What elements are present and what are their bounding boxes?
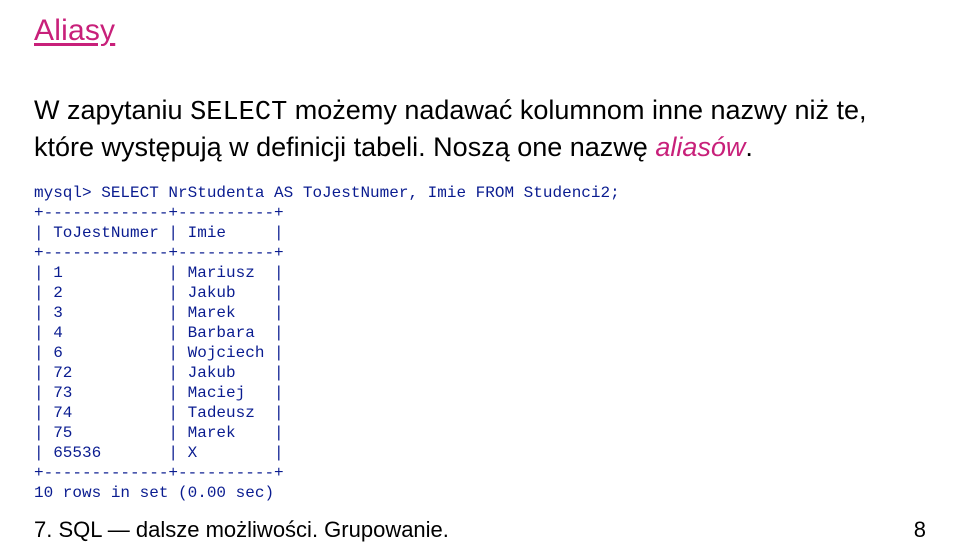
- sql-border-bottom: +-------------+----------+: [34, 464, 284, 482]
- sql-rowcount-line: 10 rows in set (0.00 sec): [34, 484, 274, 502]
- para-text-1: W zapytaniu: [34, 95, 190, 125]
- para-emph-aliasow: aliasów: [655, 132, 745, 162]
- sql-border-top: +-------------+----------+: [34, 204, 284, 222]
- sql-header-row: | ToJestNumer | Imie |: [34, 224, 284, 242]
- sql-border-mid: +-------------+----------+: [34, 244, 284, 262]
- table-row: | 65536 | X |: [34, 444, 284, 462]
- footer-page-number: 8: [914, 517, 926, 543]
- table-row: | 3 | Marek |: [34, 304, 284, 322]
- table-row: | 2 | Jakub |: [34, 284, 284, 302]
- sql-output-block: mysql> SELECT NrStudenta AS ToJestNumer,…: [34, 183, 926, 503]
- table-row: | 4 | Barbara |: [34, 324, 284, 342]
- table-row: | 6 | Wojciech |: [34, 344, 284, 362]
- table-row: | 1 | Mariusz |: [34, 264, 284, 282]
- slide-title: Aliasy: [34, 14, 926, 48]
- table-row: | 72 | Jakub |: [34, 364, 284, 382]
- inline-code-select: SELECT: [190, 98, 287, 128]
- table-row: | 73 | Maciej |: [34, 384, 284, 402]
- table-row: | 75 | Marek |: [34, 424, 284, 442]
- table-row: | 74 | Tadeusz |: [34, 404, 284, 422]
- sql-query-line: mysql> SELECT NrStudenta AS ToJestNumer,…: [34, 184, 620, 202]
- footer-chapter: 7. SQL — dalsze możliwości. Grupowanie.: [34, 517, 449, 543]
- slide-page: Aliasy W zapytaniu SELECT możemy nadawać…: [0, 0, 960, 555]
- para-text-3: .: [745, 132, 753, 162]
- description-paragraph: W zapytaniu SELECT możemy nadawać kolumn…: [34, 94, 926, 165]
- slide-footer: 7. SQL — dalsze możliwości. Grupowanie. …: [34, 517, 926, 543]
